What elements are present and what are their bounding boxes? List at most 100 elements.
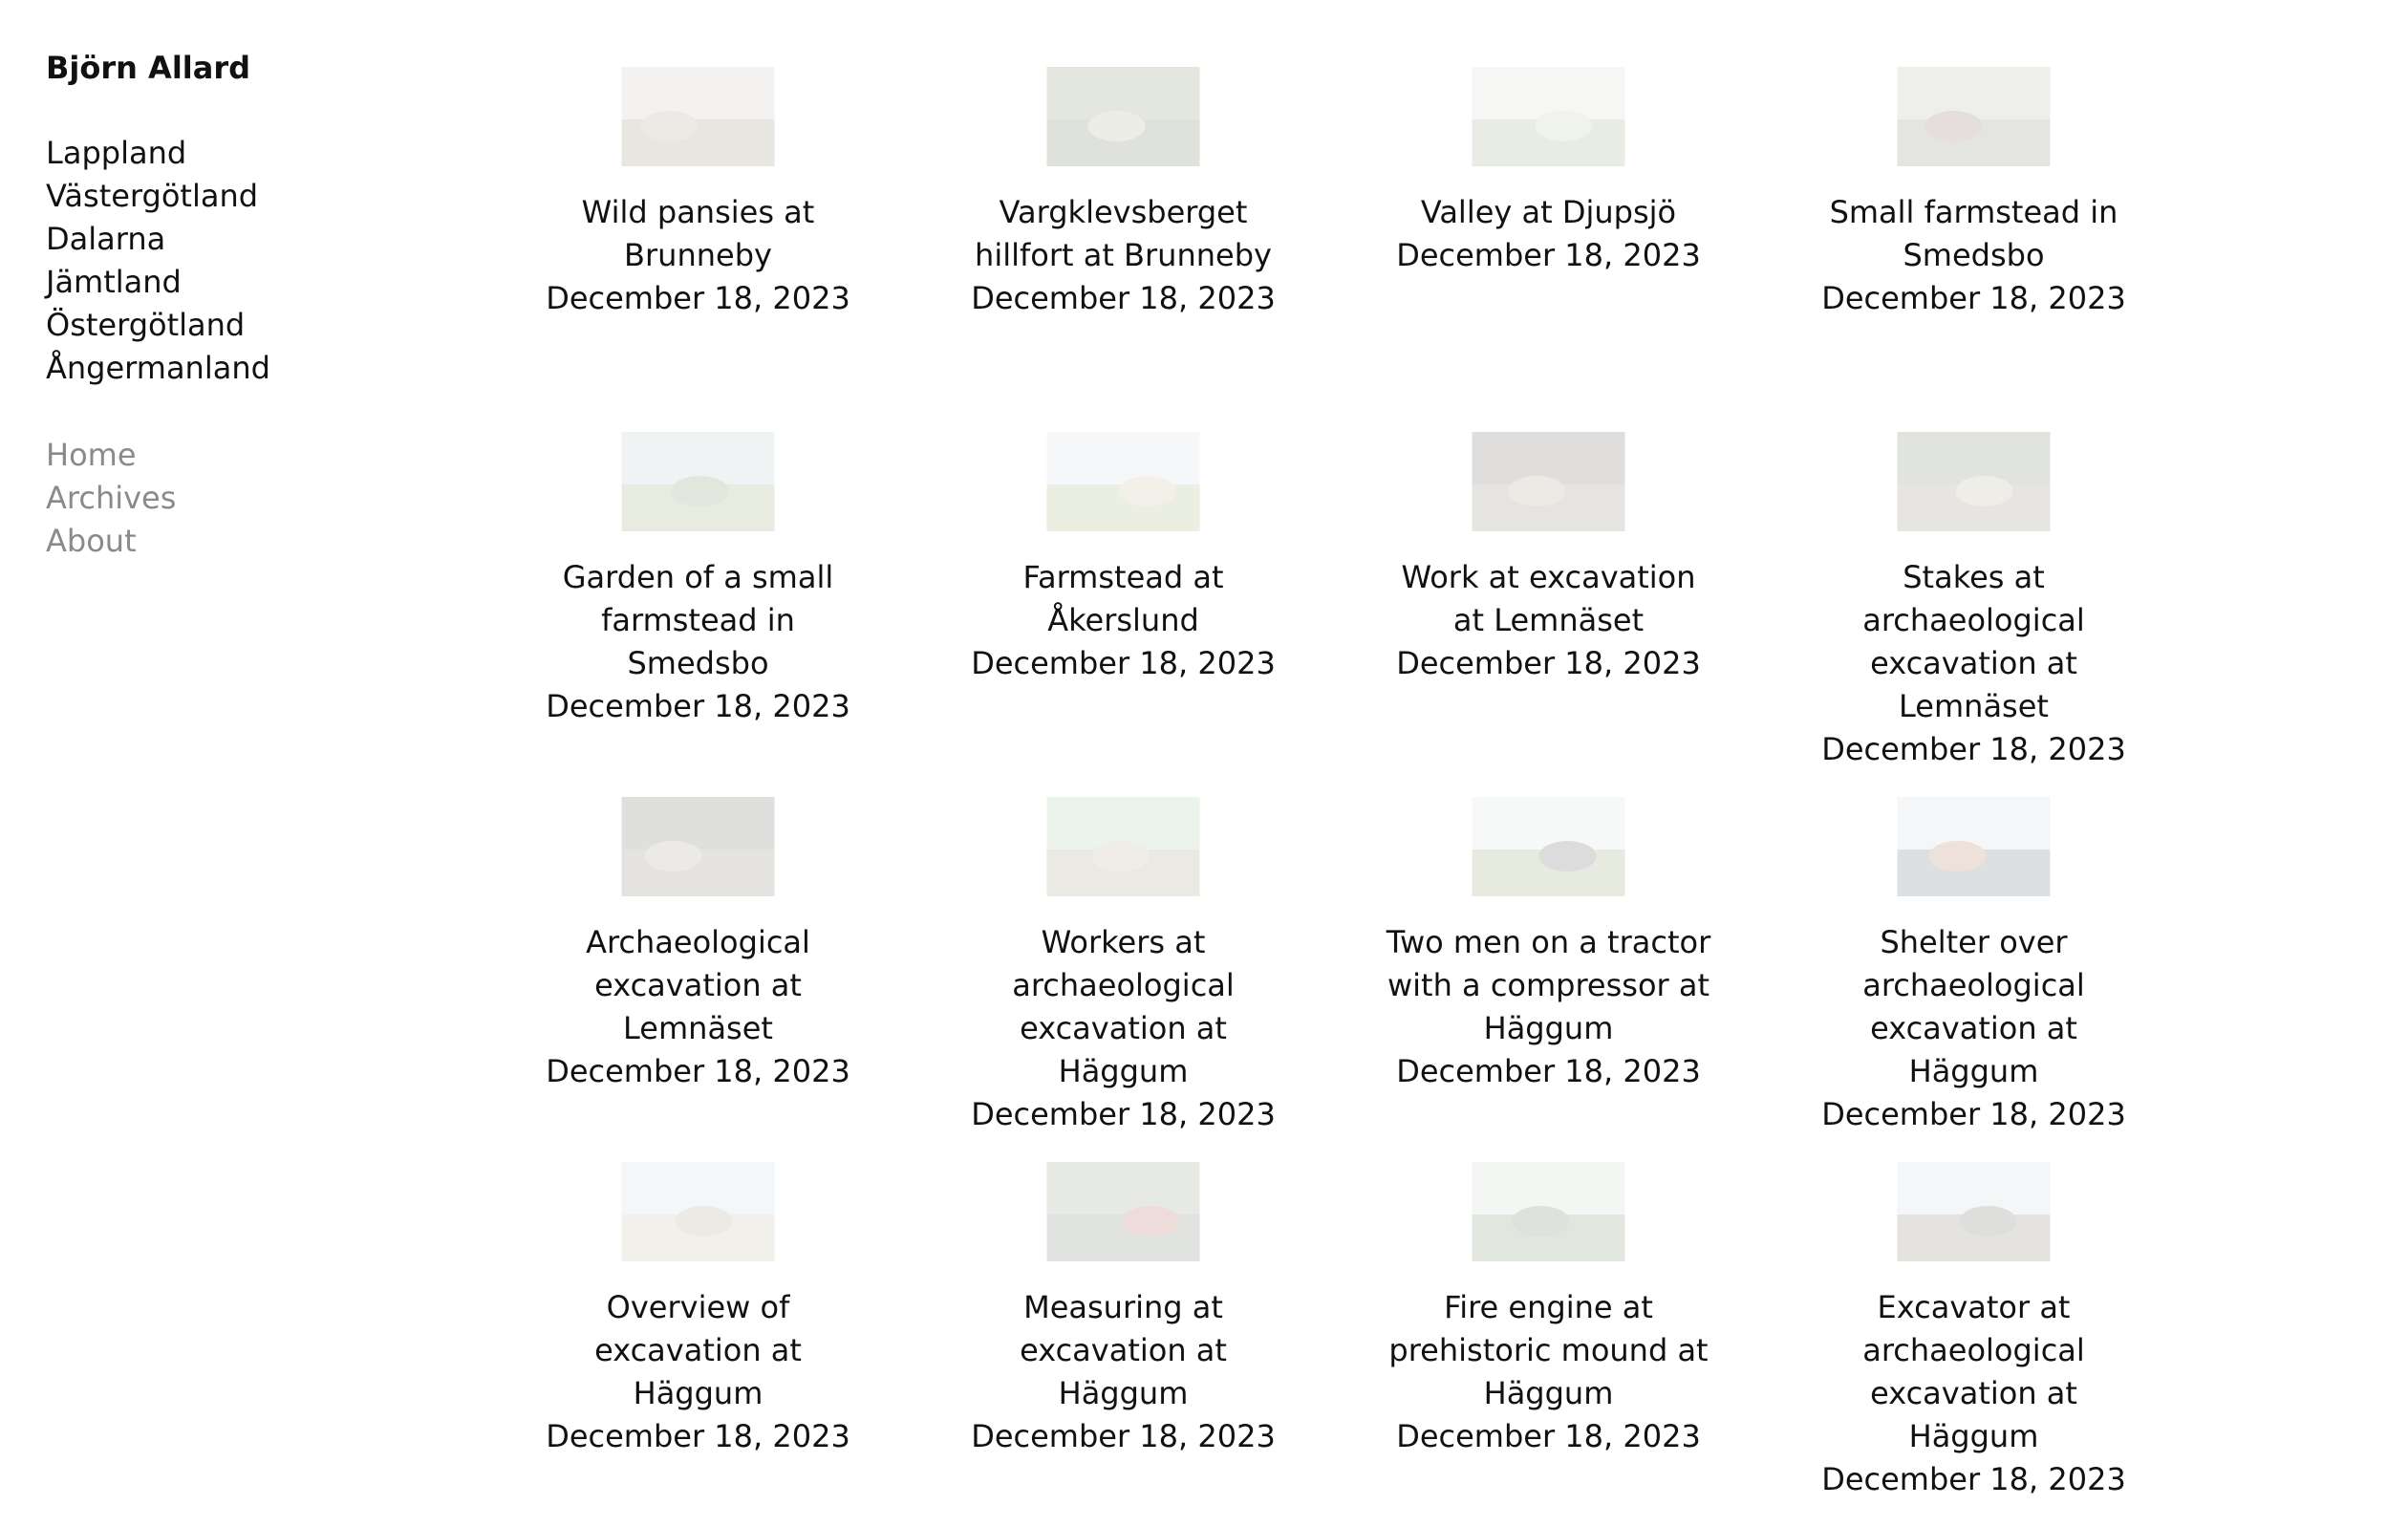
nav-item-home[interactable]: Home [46,434,409,477]
post-thumbnail[interactable] [1046,432,1200,531]
post-title[interactable]: Wild pansies at Brunneby [533,191,863,277]
post-thumbnail[interactable] [621,432,775,531]
post-card[interactable]: Overview of excavation at Häggum December… [485,1162,911,1527]
post-grid: Wild pansies at Brunneby December 18, 202… [485,67,2186,1527]
post-date: December 18, 2023 [546,1053,850,1089]
post-title[interactable]: Fire engine at prehistoric mound at Hägg… [1384,1286,1713,1415]
post-card[interactable]: Stakes at archaeological excavation at L… [1761,432,2186,797]
post-title[interactable]: Small farmstead in Smedsbo [1809,191,2139,277]
post-thumbnail[interactable] [1472,67,1625,166]
post-title[interactable]: Archaeological excavation at Lemnäset [533,921,863,1050]
post-title[interactable]: Work at excavation at Lemnäset [1384,556,1713,642]
post-title[interactable]: Overview of excavation at Häggum [533,1286,863,1415]
post-card[interactable]: Shelter over archaeological excavation a… [1761,797,2186,1162]
post-link[interactable]: Workers at archaeological excavation at … [958,797,1288,1093]
post-link[interactable]: Excavator at archaeological excavation a… [1809,1162,2139,1458]
thumbnail-subject [644,841,702,871]
thumbnail-sky [1472,67,1625,119]
post-link[interactable]: Valley at Djupsjö [1421,67,1676,234]
region-link[interactable]: Lappland [46,135,186,171]
post-title[interactable]: Workers at archaeological excavation at … [958,921,1288,1093]
region-item-ostergotland[interactable]: Östergötland [46,304,409,347]
sidebar: Björn Allard Lappland Västergötland Dala… [46,46,409,563]
nav-link-about[interactable]: About [46,523,137,559]
post-card[interactable]: Workers at archaeological excavation at … [911,797,1336,1162]
site-title[interactable]: Björn Allard [46,46,409,90]
post-card[interactable]: Small farmstead in Smedsbo December 18, 2… [1761,67,2186,432]
post-thumbnail[interactable] [1046,797,1200,896]
post-link[interactable]: Farmstead at Åkerslund [958,432,1288,642]
post-title[interactable]: Two men on a tractor with a compressor a… [1384,921,1713,1050]
region-link[interactable]: Östergötland [46,307,245,343]
post-date: December 18, 2023 [1821,1461,2126,1497]
post-thumbnail[interactable] [1472,1162,1625,1261]
nav-link-archives[interactable]: Archives [46,480,176,516]
post-thumbnail[interactable] [1046,67,1200,166]
post-title[interactable]: Measuring at excavation at Häggum [958,1286,1288,1415]
post-date: December 18, 2023 [971,645,1276,681]
post-link[interactable]: Small farmstead in Smedsbo [1809,67,2139,277]
post-date: December 18, 2023 [546,280,850,316]
post-title[interactable]: Valley at Djupsjö [1421,191,1676,234]
post-thumbnail[interactable] [1472,432,1625,531]
post-link[interactable]: Fire engine at prehistoric mound at Hägg… [1384,1162,1713,1415]
post-link[interactable]: Work at excavation at Lemnäset [1384,432,1713,642]
region-item-dalarna[interactable]: Dalarna [46,218,409,261]
post-title[interactable]: Shelter over archaeological excavation a… [1809,921,2139,1093]
post-date: December 18, 2023 [1396,1053,1701,1089]
post-card[interactable]: Vargklevsberget hillfort at Brunneby Dece… [911,67,1336,432]
post-card[interactable]: Two men on a tractor with a compressor a… [1336,797,1761,1162]
post-card[interactable]: Archaeological excavation at Lemnäset Dec… [485,797,911,1162]
post-link[interactable]: Overview of excavation at Häggum [533,1162,863,1415]
post-thumbnail[interactable] [1897,1162,2051,1261]
post-thumbnail[interactable] [1472,797,1625,896]
nav-item-archives[interactable]: Archives [46,477,409,520]
post-thumbnail[interactable] [1897,67,2051,166]
post-link[interactable]: Two men on a tractor with a compressor a… [1384,797,1713,1050]
nav-link-home[interactable]: Home [46,437,137,473]
post-card[interactable]: Measuring at excavation at Häggum Decembe… [911,1162,1336,1527]
post-title[interactable]: Garden of a small farmstead in Smedsbo [533,556,863,685]
post-title[interactable]: Farmstead at Åkerslund [958,556,1288,642]
region-item-jamtland[interactable]: Jämtland [46,261,409,304]
post-card[interactable]: Work at excavation at Lemnäset December 1… [1336,432,1761,797]
region-link[interactable]: Jämtland [46,264,182,300]
post-thumbnail[interactable] [1046,1162,1200,1261]
post-date: December 18, 2023 [546,1418,850,1454]
post-card[interactable]: Excavator at archaeological excavation a… [1761,1162,2186,1527]
post-link[interactable]: Archaeological excavation at Lemnäset [533,797,863,1050]
region-link[interactable]: Västergötland [46,178,258,214]
post-link[interactable]: Stakes at archaeological excavation at L… [1809,432,2139,728]
post-link[interactable]: Garden of a small farmstead in Smedsbo [533,432,863,685]
region-item-vastergotland[interactable]: Västergötland [46,175,409,218]
post-thumbnail[interactable] [621,797,775,896]
post-link[interactable]: Wild pansies at Brunneby [533,67,863,277]
region-item-lappland[interactable]: Lappland [46,132,409,175]
post-date: December 18, 2023 [1821,731,2126,767]
post-title[interactable]: Stakes at archaeological excavation at L… [1809,556,2139,728]
post-link[interactable]: Measuring at excavation at Häggum [958,1162,1288,1415]
post-link[interactable]: Vargklevsberget hillfort at Brunneby [958,67,1288,277]
post-date: December 18, 2023 [971,280,1276,316]
post-title[interactable]: Vargklevsberget hillfort at Brunneby [958,191,1288,277]
post-date: December 18, 2023 [1396,1418,1701,1454]
thumbnail-subject [1959,1206,2017,1237]
nav-item-about[interactable]: About [46,520,409,563]
post-card[interactable]: Farmstead at Åkerslund December 18, 2023 [911,432,1336,797]
post-card[interactable]: Wild pansies at Brunneby December 18, 202… [485,67,911,432]
post-card[interactable]: Fire engine at prehistoric mound at Hägg… [1336,1162,1761,1527]
post-card[interactable]: Valley at Djupsjö December 18, 2023 [1336,67,1761,432]
post-thumbnail[interactable] [621,67,775,166]
post-title[interactable]: Excavator at archaeological excavation a… [1809,1286,2139,1458]
region-link[interactable]: Ångermanland [46,350,270,386]
post-thumbnail[interactable] [1897,432,2051,531]
region-link[interactable]: Dalarna [46,221,165,257]
post-thumbnail[interactable] [621,1162,775,1261]
post-date: December 18, 2023 [971,1418,1276,1454]
post-card[interactable]: Garden of a small farmstead in Smedsbo De… [485,432,911,797]
post-thumbnail[interactable] [1897,797,2051,896]
post-link[interactable]: Shelter over archaeological excavation a… [1809,797,2139,1093]
thumbnail-subject [1118,476,1176,506]
region-item-angermanland[interactable]: Ångermanland [46,347,409,390]
thumbnail-subject [1538,841,1597,871]
